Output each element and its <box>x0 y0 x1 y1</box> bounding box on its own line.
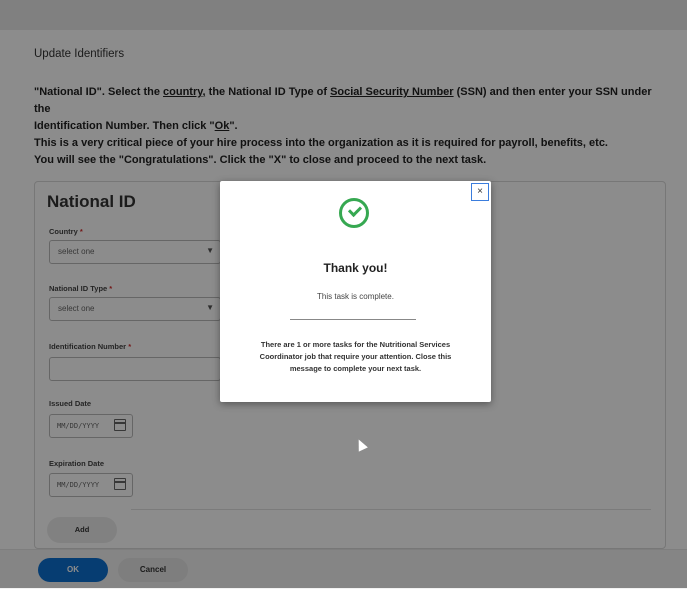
completion-dialog: × Thank you! This task is complete. Ther… <box>220 181 491 402</box>
close-icon[interactable]: × <box>471 183 489 201</box>
checkmark-icon <box>347 202 363 218</box>
dialog-message: There are 1 or more tasks for the Nutrit… <box>259 340 452 373</box>
dialog-divider <box>290 319 416 320</box>
check-circle-icon <box>339 198 369 228</box>
dialog-subtitle: This task is complete. <box>317 292 394 301</box>
dialog-title: Thank you! <box>323 261 388 275</box>
